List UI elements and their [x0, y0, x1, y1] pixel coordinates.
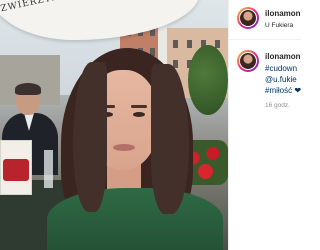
avatar[interactable] — [237, 50, 259, 72]
post-photo[interactable]: ZWIERZYNIEC — [0, 0, 228, 250]
post-side-panel: ilonamon U Fukiera ilonamon #cudown @u.f… — [228, 0, 301, 250]
caption-mention[interactable]: @u.fukie — [265, 75, 301, 84]
caption-hashtag[interactable]: #cudown — [265, 64, 301, 73]
photo-glass — [44, 150, 53, 188]
caption-username[interactable]: ilonamon — [265, 52, 301, 61]
post-username[interactable]: ilonamon — [265, 9, 301, 18]
caption-hashtag[interactable]: #miłość ❤ — [265, 86, 301, 95]
caption-block: ilonamon #cudown @u.fukie #miłość ❤ 16 g… — [229, 44, 301, 124]
post-header: ilonamon U Fukiera — [229, 0, 301, 40]
umbrella-text: ZWIERZYNIEC — [0, 0, 81, 15]
photo-woman — [47, 48, 223, 250]
post-time: 16 godz. — [265, 102, 290, 109]
avatar[interactable] — [237, 7, 259, 29]
photo-menu-card — [0, 140, 32, 195]
post-location[interactable]: U Fukiera — [265, 22, 301, 29]
